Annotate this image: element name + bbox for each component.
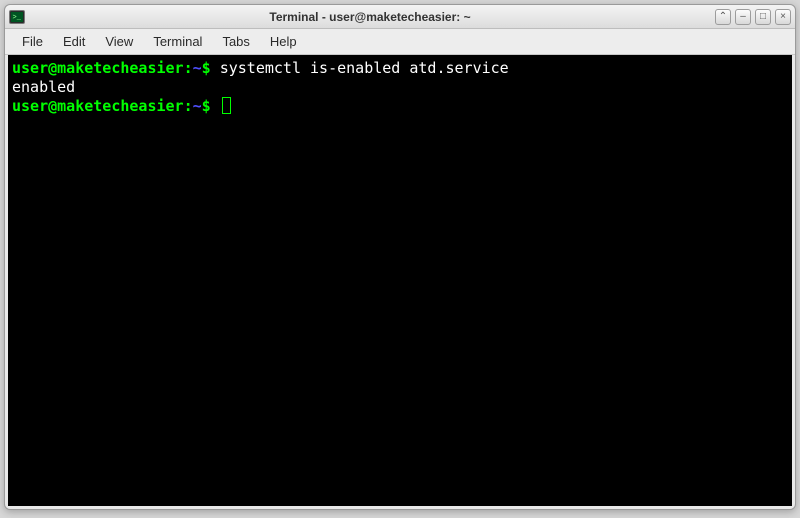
close-button[interactable]: × [775, 9, 791, 25]
menu-file[interactable]: File [13, 31, 52, 52]
prompt-symbol: $ [202, 97, 220, 115]
stick-button[interactable]: ⌃ [715, 9, 731, 25]
terminal-prompt-line: user@maketecheasier:~$ systemctl is-enab… [12, 59, 788, 78]
prompt-path: ~ [193, 59, 202, 77]
prompt-userhost: user@maketecheasier [12, 97, 184, 115]
terminal-prompt-line: user@maketecheasier:~$ [12, 97, 788, 116]
maximize-button[interactable]: □ [755, 9, 771, 25]
prompt-userhost: user@maketecheasier [12, 59, 184, 77]
prompt-path: ~ [193, 97, 202, 115]
cursor [222, 97, 231, 114]
titlebar-left: >_ [9, 9, 25, 25]
prompt-sep: : [184, 97, 193, 115]
window-title: Terminal - user@maketecheasier: ~ [25, 10, 715, 24]
command-text: systemctl is-enabled atd.service [220, 59, 509, 77]
window-controls: ⌃ – □ × [715, 9, 791, 25]
prompt-symbol: $ [202, 59, 220, 77]
menu-terminal[interactable]: Terminal [144, 31, 211, 52]
terminal-icon: >_ [9, 9, 25, 25]
menu-edit[interactable]: Edit [54, 31, 94, 52]
minimize-button[interactable]: – [735, 9, 751, 25]
menubar: File Edit View Terminal Tabs Help [5, 29, 795, 55]
prompt-sep: : [184, 59, 193, 77]
svg-text:>_: >_ [13, 14, 22, 22]
output-text: enabled [12, 78, 75, 96]
terminal-body[interactable]: user@maketecheasier:~$ systemctl is-enab… [8, 55, 792, 506]
menu-tabs[interactable]: Tabs [213, 31, 258, 52]
terminal-output-line: enabled [12, 78, 788, 97]
terminal-window: >_ Terminal - user@maketecheasier: ~ ⌃ –… [4, 4, 796, 510]
menu-view[interactable]: View [96, 31, 142, 52]
menu-help[interactable]: Help [261, 31, 306, 52]
titlebar[interactable]: >_ Terminal - user@maketecheasier: ~ ⌃ –… [5, 5, 795, 29]
